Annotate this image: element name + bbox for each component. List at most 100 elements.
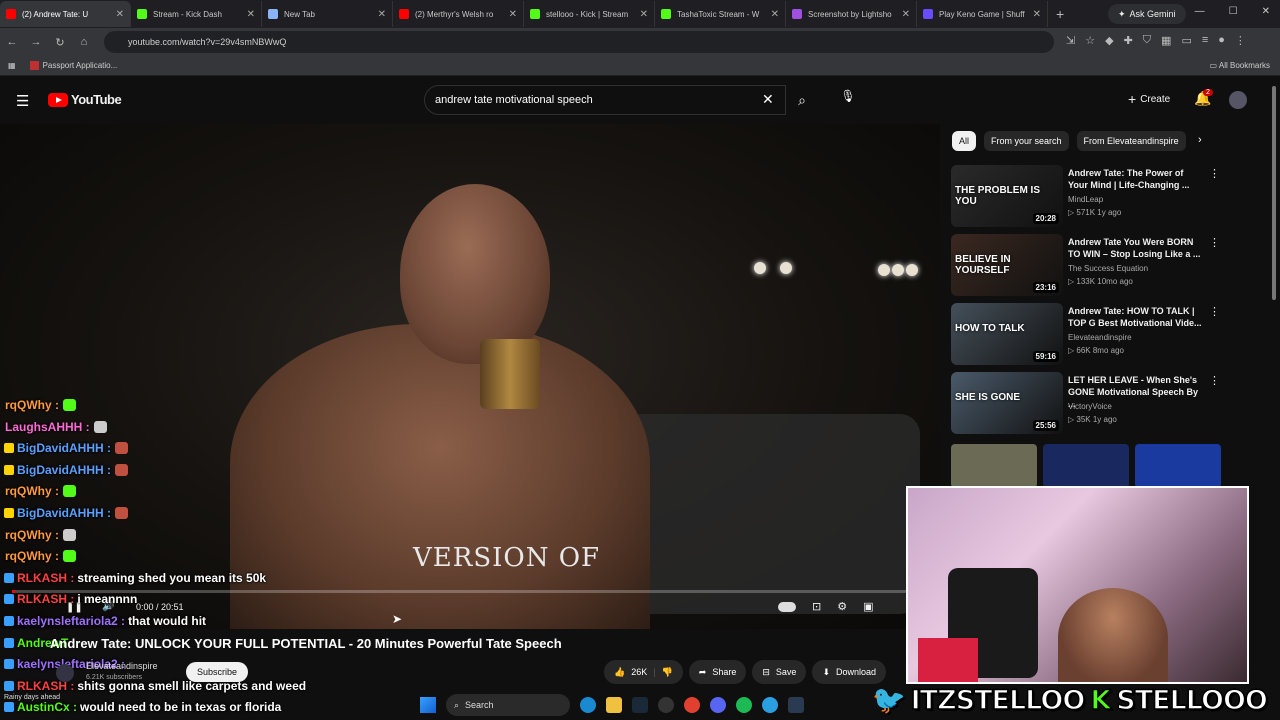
thumbs-down-icon[interactable]: 👎 xyxy=(662,667,673,678)
tab-close-icon[interactable]: ✕ xyxy=(1033,9,1041,20)
more-options-icon[interactable]: ⋮ xyxy=(1209,167,1220,180)
new-tab-button[interactable]: + xyxy=(1056,6,1064,22)
browser-tab[interactable]: (2) Andrew Tate: U ✕ xyxy=(0,1,131,27)
channel-name[interactable]: Elevateandinspire xyxy=(86,661,158,671)
recommendation-title[interactable]: Andrew Tate: HOW TO TALK | TOP G Best Mo… xyxy=(1068,305,1204,329)
recommendation-title[interactable]: Andrew Tate: The Power of Your Mind | Li… xyxy=(1068,167,1204,191)
recommendation-channel[interactable]: VictoryVoice xyxy=(1068,402,1112,411)
ask-gemini-button[interactable]: ✦ Ask Gemini xyxy=(1108,4,1186,24)
video-thumbnail[interactable]: SHE IS GONE 25:56 xyxy=(951,372,1063,434)
minimize-icon[interactable]: — xyxy=(1195,6,1205,17)
avatar[interactable] xyxy=(1229,91,1247,109)
short-thumbnail[interactable] xyxy=(1043,444,1129,488)
shield-icon[interactable]: ⛉ xyxy=(1143,34,1151,47)
miniplayer-icon[interactable]: ▣ xyxy=(863,600,873,613)
tab-close-icon[interactable]: ✕ xyxy=(640,9,648,20)
star-icon[interactable]: ☆ xyxy=(1085,34,1095,47)
weather-text[interactable]: Rainy days ahead xyxy=(4,694,60,701)
share-button[interactable]: ➦ Share xyxy=(688,660,747,684)
puzzle-icon[interactable]: ✚ xyxy=(1124,34,1133,47)
filter-chip[interactable]: All xyxy=(952,131,977,151)
back-icon[interactable]: ← xyxy=(0,36,24,48)
video-thumbnail[interactable]: HOW TO TALK 59:16 xyxy=(951,303,1063,365)
spotify-icon[interactable] xyxy=(736,697,752,713)
edge-icon[interactable] xyxy=(580,697,596,713)
page-scrollbar[interactable] xyxy=(1272,86,1276,300)
steam-icon[interactable] xyxy=(632,697,648,713)
extension-icon[interactable]: ◆ xyxy=(1105,34,1113,47)
search-button[interactable]: ⌕ xyxy=(786,85,818,115)
captions-icon[interactable]: ⊡ xyxy=(812,600,821,613)
recommendation-title[interactable]: Andrew Tate You Were BORN TO WIN – Stop … xyxy=(1068,236,1204,260)
recommendation-item[interactable]: THE PROBLEM IS YOU 20:28 Andrew Tate: The … xyxy=(951,165,1221,227)
browser-tab[interactable]: Screenshot by Lightsho ✕ xyxy=(786,1,917,27)
autoplay-toggle[interactable] xyxy=(778,602,796,612)
recommendation-item[interactable]: HOW TO TALK 59:16 Andrew Tate: HOW TO TALK… xyxy=(951,303,1221,365)
filter-chip[interactable]: From Elevateandinspire xyxy=(1076,131,1186,151)
save-button[interactable]: ⊟ Save xyxy=(752,660,807,684)
windows-start-icon[interactable] xyxy=(420,697,436,713)
clear-search-icon[interactable]: ✕ xyxy=(762,91,774,108)
sidepanel-icon[interactable]: ▭ xyxy=(1181,34,1191,47)
steam-tray-icon[interactable] xyxy=(788,697,804,713)
browser-tab[interactable]: stellooo - Kick | Stream ✕ xyxy=(524,1,655,27)
short-thumbnail[interactable] xyxy=(951,444,1037,488)
file-explorer-icon[interactable] xyxy=(606,697,622,713)
video-thumbnail[interactable]: THE PROBLEM IS YOU 20:28 xyxy=(951,165,1063,227)
like-button[interactable]: 👍 26K | 👎 xyxy=(604,660,683,684)
search-input[interactable]: andrew tate motivational speech xyxy=(424,85,786,115)
close-window-icon[interactable]: ✕ xyxy=(1262,6,1270,17)
more-options-icon[interactable]: ⋮ xyxy=(1209,305,1220,318)
download-button[interactable]: ⬇ Download xyxy=(812,660,887,684)
home-icon[interactable]: ⌂ xyxy=(72,36,96,48)
kebab-menu-icon[interactable]: ⋮ xyxy=(1235,34,1246,47)
browser-tab[interactable]: (2) Merthyr's Welsh ro ✕ xyxy=(393,1,524,27)
recommendation-item[interactable]: BELIEVE IN YOURSELF 23:16 Andrew Tate You … xyxy=(951,234,1221,296)
browser-tab[interactable]: New Tab ✕ xyxy=(262,1,393,27)
all-bookmarks[interactable]: ▭ All Bookmarks xyxy=(1210,61,1270,70)
short-thumbnail[interactable] xyxy=(1135,444,1221,488)
recommendation-item[interactable]: SHE IS GONE 25:56 LET HER LEAVE - When She… xyxy=(951,372,1221,434)
tab-close-icon[interactable]: ✕ xyxy=(116,9,124,20)
install-icon[interactable]: ⇲ xyxy=(1066,34,1075,47)
tab-label: Screenshot by Lightsho xyxy=(808,9,892,19)
recommendation-channel[interactable]: Elevateandinspire xyxy=(1068,333,1132,342)
obs-icon[interactable] xyxy=(658,697,674,713)
hamburger-menu-icon[interactable]: ☰ xyxy=(16,92,29,110)
tab-close-icon[interactable]: ✕ xyxy=(771,9,779,20)
subscribe-button[interactable]: Subscribe xyxy=(186,662,248,682)
bookmark-item[interactable]: Passport Applicatio... xyxy=(29,61,117,71)
url-field[interactable]: youtube.com/watch?v=29v4smNBWwQ xyxy=(104,31,1054,53)
recommendation-channel[interactable]: The Success Equation xyxy=(1068,264,1148,273)
chevron-right-icon[interactable]: › xyxy=(1198,134,1202,146)
channel-avatar[interactable] xyxy=(56,664,74,682)
create-button[interactable]: + Create xyxy=(1122,88,1176,110)
browser-tab[interactable]: Stream - Kick Dash ✕ xyxy=(131,1,262,27)
more-options-icon[interactable]: ⋮ xyxy=(1209,374,1220,387)
browser-tab[interactable]: Play Keno Game | Shuff ✕ xyxy=(917,1,1048,27)
reload-icon[interactable]: ↻ xyxy=(48,36,72,49)
voice-search-icon[interactable]: 🎙 xyxy=(838,89,858,109)
filter-chip[interactable]: From your search xyxy=(984,131,1069,151)
tab-favicon-icon xyxy=(6,9,16,19)
extensions-menu-icon[interactable]: ▦ xyxy=(1161,34,1171,47)
tab-close-icon[interactable]: ✕ xyxy=(509,9,517,20)
maximize-icon[interactable]: ☐ xyxy=(1229,6,1238,17)
tab-close-icon[interactable]: ✕ xyxy=(378,9,386,20)
tab-close-icon[interactable]: ✕ xyxy=(247,9,255,20)
tab-close-icon[interactable]: ✕ xyxy=(902,9,910,20)
chrome-icon[interactable] xyxy=(684,697,700,713)
discord-icon[interactable] xyxy=(710,697,726,713)
telegram-icon[interactable] xyxy=(762,697,778,713)
video-thumbnail[interactable]: BELIEVE IN YOURSELF 23:16 xyxy=(951,234,1063,296)
youtube-logo[interactable]: YouTube xyxy=(48,92,122,107)
media-icon[interactable]: ≡ xyxy=(1202,34,1208,47)
more-options-icon[interactable]: ⋮ xyxy=(1209,236,1220,249)
profile-icon[interactable]: ● xyxy=(1218,34,1225,47)
apps-icon[interactable]: ▦ xyxy=(8,61,16,70)
browser-tab[interactable]: TashaToxic Stream - W ✕ xyxy=(655,1,786,27)
recommendation-channel[interactable]: MindLeap xyxy=(1068,195,1103,204)
taskbar-search[interactable]: ⌕ Search xyxy=(446,694,570,716)
forward-icon[interactable]: → xyxy=(24,36,48,48)
settings-gear-icon[interactable]: ⚙ xyxy=(837,600,847,613)
